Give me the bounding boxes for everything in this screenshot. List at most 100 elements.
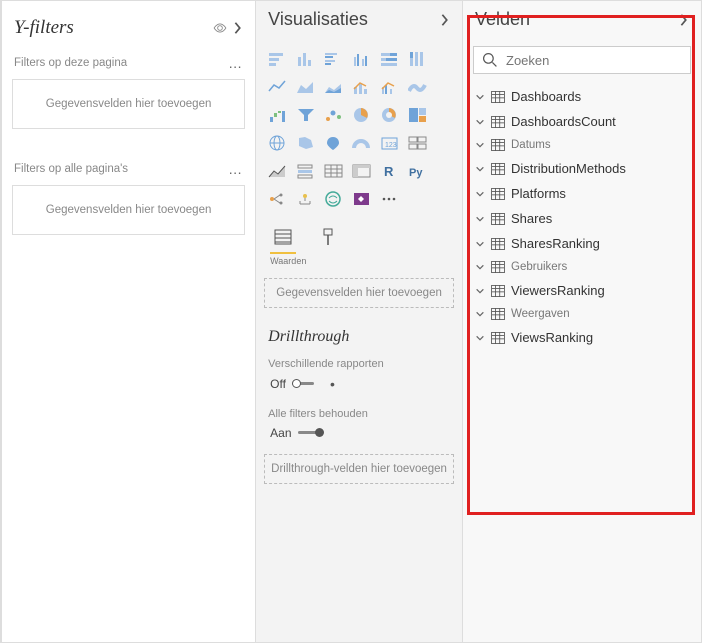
viz-ribbon-icon[interactable] xyxy=(406,76,430,98)
table-icon xyxy=(491,188,505,200)
filter-all-dropzone[interactable]: Gegevensvelden hier toevoegen xyxy=(12,185,245,235)
viz-line-clustered-icon[interactable] xyxy=(378,76,402,98)
field-label: Gebruikers xyxy=(511,261,567,273)
table-icon xyxy=(491,139,505,151)
viz-filled-map-icon[interactable] xyxy=(294,132,318,154)
more-icon[interactable]: … xyxy=(228,161,243,177)
viz-stacked-bar-icon[interactable] xyxy=(266,48,290,70)
chevron-right-icon[interactable] xyxy=(679,13,689,27)
viz-stacked-column-icon[interactable] xyxy=(294,48,318,70)
keep-filters-toggle[interactable] xyxy=(298,428,324,438)
table-icon xyxy=(491,116,505,128)
viz-kpi-icon[interactable] xyxy=(266,160,290,182)
field-row[interactable]: Shares xyxy=(463,206,701,231)
cross-report-value: Off xyxy=(270,377,286,391)
fields-header: Velden xyxy=(463,1,701,40)
field-row[interactable]: ViewersRanking xyxy=(463,278,701,303)
field-label: Dashboards xyxy=(511,89,581,104)
field-label: Datums xyxy=(511,139,551,151)
viz-100-column-icon[interactable] xyxy=(406,48,430,70)
cross-report-toggle-row: Off • xyxy=(256,372,462,402)
filter-section-page: Filters op deze pagina … xyxy=(2,49,255,75)
field-label: Shares xyxy=(511,211,552,226)
search-input[interactable] xyxy=(506,53,682,68)
viz-card-icon[interactable]: 123 xyxy=(378,132,402,154)
viz-stacked-area-icon[interactable] xyxy=(322,76,346,98)
field-row[interactable]: DistributionMethods xyxy=(463,156,701,181)
keep-filters-label: Alle filters behouden xyxy=(256,402,462,422)
filters-title: Y-filters xyxy=(14,17,74,39)
chevron-down-icon xyxy=(475,262,485,272)
viz-funnel-icon[interactable] xyxy=(294,104,318,126)
field-row[interactable]: Dashboards xyxy=(463,84,701,109)
viz-clustered-bar-icon[interactable] xyxy=(322,48,346,70)
chevron-down-icon xyxy=(475,189,485,199)
viz-donut-icon[interactable] xyxy=(378,104,402,126)
keep-filters-value: Aan xyxy=(270,426,291,440)
viz-powerapps-icon[interactable] xyxy=(350,188,374,210)
viz-python-icon[interactable]: Py xyxy=(406,160,430,182)
viz-slicer-icon[interactable] xyxy=(294,160,318,182)
field-row[interactable]: DashboardsCount xyxy=(463,109,701,134)
field-label: DashboardsCount xyxy=(511,114,616,129)
chevron-right-icon[interactable] xyxy=(233,21,243,35)
svg-text:Py: Py xyxy=(409,167,423,179)
fields-search[interactable] xyxy=(473,46,691,74)
table-icon xyxy=(491,332,505,344)
drillthrough-title: Drillthrough xyxy=(256,320,462,352)
viz-gauge-icon[interactable] xyxy=(350,132,374,154)
field-label: SharesRanking xyxy=(511,236,600,251)
field-label: ViewersRanking xyxy=(511,283,605,298)
svg-text:123: 123 xyxy=(385,142,397,149)
svg-text:R: R xyxy=(384,164,394,179)
field-row[interactable]: Gebruikers xyxy=(463,256,701,278)
viz-qa-icon[interactable] xyxy=(322,188,346,210)
chevron-down-icon xyxy=(475,140,485,150)
filter-section-all-label: Filters op alle pagina's xyxy=(14,163,128,175)
cross-report-label: Verschillende rapporten xyxy=(256,352,462,372)
viz-more-icon[interactable] xyxy=(378,188,402,210)
viz-decomposition-icon[interactable] xyxy=(294,188,318,210)
chevron-right-icon[interactable] xyxy=(440,13,450,27)
chevron-down-icon xyxy=(475,214,485,224)
viz-waterfall-icon[interactable] xyxy=(266,104,290,126)
viz-title: Visualisaties xyxy=(268,9,368,30)
viz-100-bar-icon[interactable] xyxy=(378,48,402,70)
field-row[interactable]: Datums xyxy=(463,134,701,156)
cross-report-toggle[interactable] xyxy=(292,379,318,389)
viz-r-icon[interactable]: R xyxy=(378,160,402,182)
toggle-dot-icon: • xyxy=(330,376,335,392)
field-label: Platforms xyxy=(511,186,566,201)
viz-map-icon[interactable] xyxy=(266,132,290,154)
field-row[interactable]: ViewsRanking xyxy=(463,325,701,350)
viz-tabs xyxy=(256,216,462,256)
viz-area-icon[interactable] xyxy=(294,76,318,98)
filter-page-dropzone[interactable]: Gegevensvelden hier toevoegen xyxy=(12,79,245,129)
drillthrough-dropzone[interactable]: Drillthrough-velden hier toevoegen xyxy=(264,454,454,484)
viz-multi-card-icon[interactable] xyxy=(406,132,430,154)
values-label: Waarden xyxy=(256,256,462,274)
field-row[interactable]: Weergaven xyxy=(463,303,701,325)
viz-treemap-icon[interactable] xyxy=(406,104,430,126)
fields-tab[interactable] xyxy=(270,226,296,254)
viz-line-column-icon[interactable] xyxy=(350,76,374,98)
table-icon xyxy=(491,163,505,175)
field-row[interactable]: SharesRanking xyxy=(463,231,701,256)
chevron-down-icon xyxy=(475,333,485,343)
viz-line-icon[interactable] xyxy=(266,76,290,98)
values-dropzone[interactable]: Gegevensvelden hier toevoegen xyxy=(264,278,454,308)
viz-key-influencers-icon[interactable] xyxy=(266,188,290,210)
more-icon[interactable]: … xyxy=(228,55,243,71)
format-tab[interactable] xyxy=(314,226,340,254)
viz-table-icon[interactable] xyxy=(322,160,346,182)
viz-matrix-icon[interactable] xyxy=(350,160,374,182)
field-label: ViewsRanking xyxy=(511,330,593,345)
eye-icon[interactable] xyxy=(213,21,227,35)
viz-clustered-column-icon[interactable] xyxy=(350,48,374,70)
chevron-down-icon xyxy=(475,309,485,319)
field-row[interactable]: Platforms xyxy=(463,181,701,206)
viz-scatter-icon[interactable] xyxy=(322,104,346,126)
field-label: Weergaven xyxy=(511,308,570,320)
viz-shape-map-icon[interactable] xyxy=(322,132,346,154)
viz-pie-icon[interactable] xyxy=(350,104,374,126)
